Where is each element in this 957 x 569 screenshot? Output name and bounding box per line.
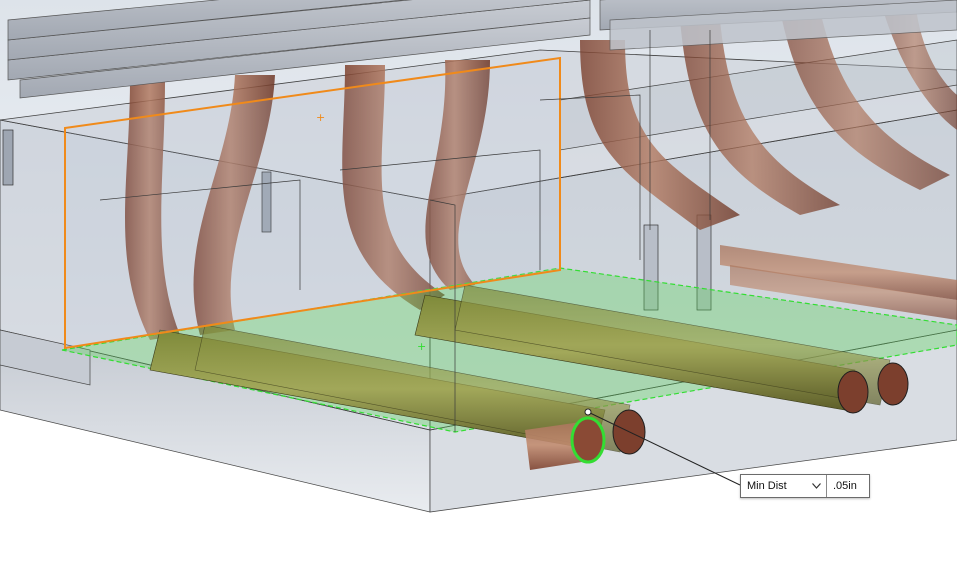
measure-callout[interactable]: Min Dist .05in: [740, 474, 870, 498]
selected-pipe-end: [570, 416, 606, 464]
measure-type-label: Min Dist: [747, 480, 787, 492]
svg-text:+: +: [316, 111, 325, 124]
measure-value: .05in: [833, 480, 857, 492]
cad-3d-viewport[interactable]: + + Min Dist .05in: [0, 0, 957, 569]
chevron-down-icon[interactable]: [810, 480, 822, 492]
measure-type-dropdown[interactable]: Min Dist: [741, 475, 827, 497]
svg-text:+: +: [417, 340, 426, 353]
